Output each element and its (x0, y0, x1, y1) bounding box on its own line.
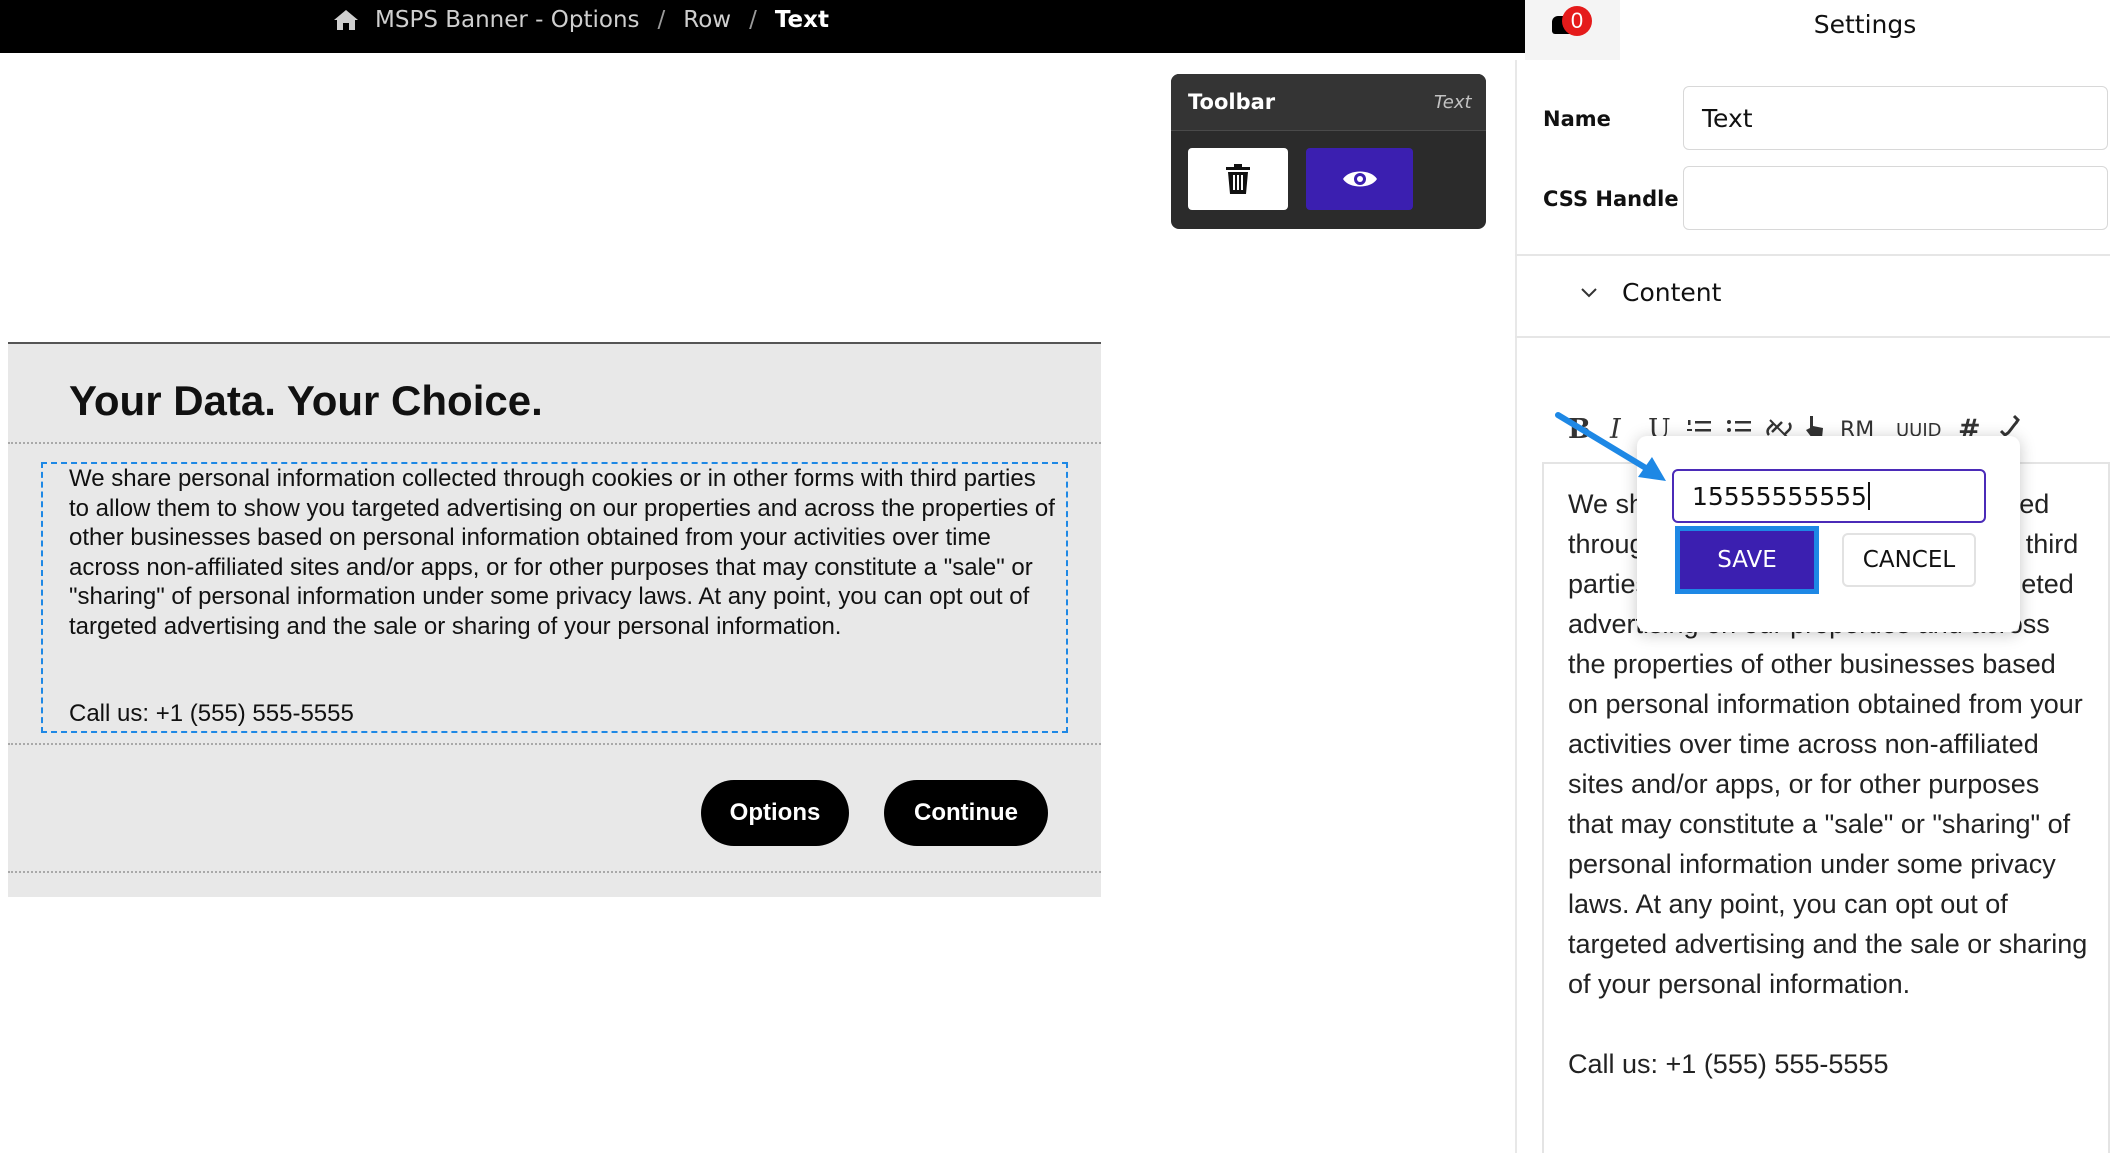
banner-title[interactable]: Your Data. Your Choice. (69, 377, 543, 425)
css-handle-label: CSS Handle (1543, 187, 1679, 211)
css-handle-field[interactable] (1683, 166, 2108, 230)
phone-number-input[interactable]: 15555555555 (1672, 469, 1986, 523)
notification-badge: 0 (1562, 6, 1592, 36)
annotation-arrow-icon (1555, 412, 1666, 481)
notifications-button[interactable]: 0 (1548, 6, 1594, 40)
content-section-toggle[interactable]: Content (1580, 278, 1721, 307)
delete-button[interactable] (1188, 148, 1288, 210)
preview-button[interactable] (1306, 148, 1413, 210)
banner-call-text[interactable]: Call us: +1 (555) 555-5555 (69, 700, 354, 728)
toolbar-element-type: Text (1434, 92, 1472, 113)
save-button[interactable]: SAVE (1675, 526, 1819, 594)
options-button[interactable]: Options (701, 780, 849, 846)
trash-icon (1226, 164, 1250, 194)
name-label: Name (1543, 107, 1611, 131)
cancel-button[interactable]: CANCEL (1842, 533, 1976, 587)
phone-number-value: 15555555555 (1692, 481, 1867, 511)
breadcrumb-item-row[interactable]: Row (683, 7, 731, 33)
editor-call-line: Call us: +1 (555) 555-5555 (1568, 1049, 1889, 1079)
settings-title: Settings (1813, 9, 1917, 39)
breadcrumb-item-text: Text (774, 7, 829, 33)
chevron-down-icon (1581, 287, 1597, 297)
banner-body-text[interactable]: We share personal information collected … (69, 464, 1059, 642)
breadcrumb-separator: / (657, 7, 666, 33)
breadcrumb: MSPS Banner - Options / Row / Text (333, 0, 829, 40)
home-icon[interactable] (333, 9, 359, 31)
text-caret (1867, 482, 1870, 510)
breadcrumb-item-banner[interactable]: MSPS Banner - Options (375, 7, 640, 33)
content-section-label: Content (1622, 278, 1722, 307)
eye-icon (1342, 171, 1377, 187)
panel-divider (1515, 60, 1517, 1153)
name-field[interactable]: Text (1683, 86, 2108, 150)
row-divider (8, 442, 1101, 444)
toolbar-title: Toolbar (1188, 90, 1276, 114)
section-divider (1515, 254, 2110, 256)
continue-button[interactable]: Continue (884, 780, 1048, 846)
section-divider (1515, 336, 2110, 338)
row-divider (8, 871, 1101, 873)
row-divider (8, 743, 1101, 745)
breadcrumb-separator: / (749, 7, 757, 33)
